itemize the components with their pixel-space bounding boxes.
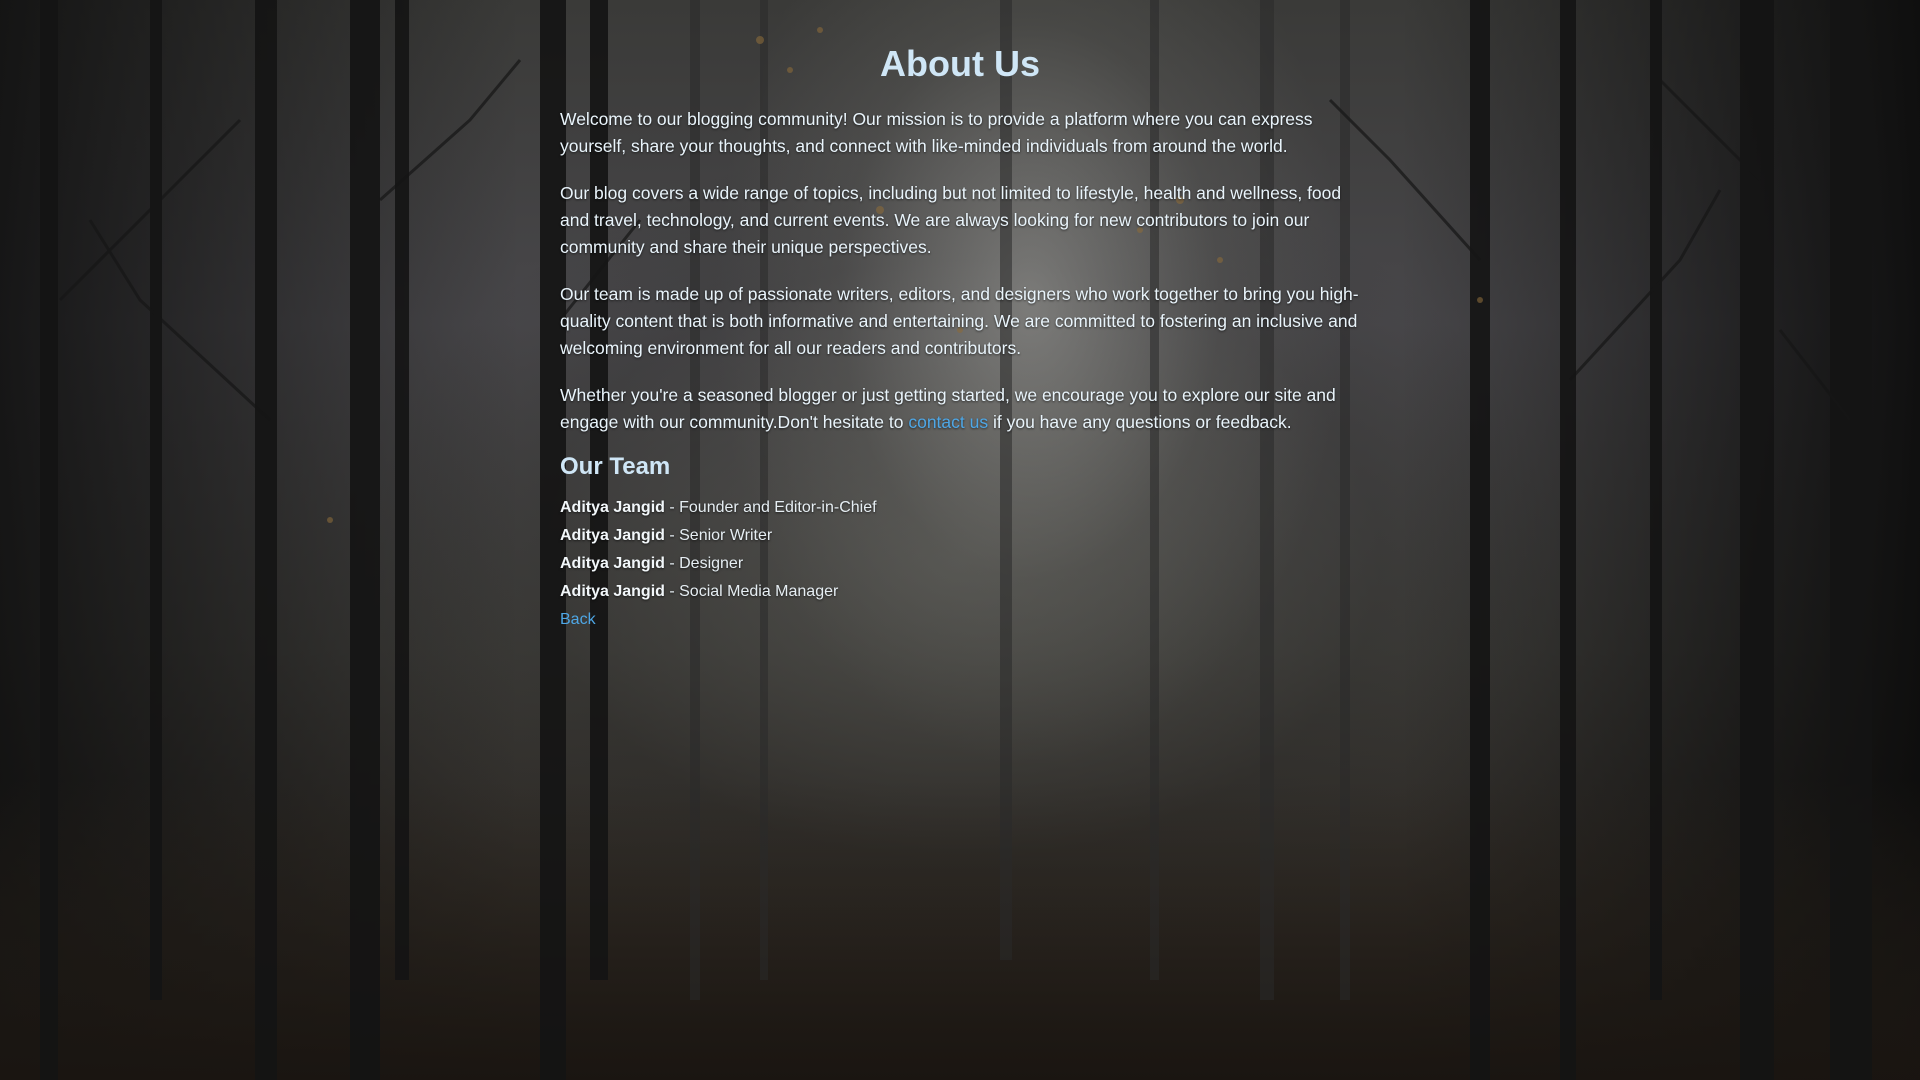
team-member: Aditya Jangid - Social Media Manager (560, 578, 1360, 606)
team-paragraph: Our team is made up of passionate writer… (560, 284, 1359, 358)
team-member-name: Aditya Jangid (560, 499, 665, 516)
back-link[interactable]: Back (560, 606, 596, 634)
team-member-name: Aditya Jangid (560, 555, 665, 572)
team-member-role: - Senior Writer (664, 527, 773, 544)
closing-text-after: if you have any questions or feedback. (988, 412, 1292, 432)
intro-paragraph: Welcome to our blogging community! Our m… (560, 109, 1313, 156)
closing-paragraph: Whether you're a seasoned blogger or jus… (560, 382, 1360, 436)
about-content: About Us Welcome to our blogging communi… (560, 0, 1360, 634)
team-member-role: - Founder and Editor-in-Chief (664, 499, 877, 516)
team-member: Aditya Jangid - Designer (560, 550, 1360, 578)
contact-us-link[interactable]: contact us (908, 412, 988, 432)
team-member-role: - Designer (664, 555, 744, 572)
team-heading: Our Team (560, 453, 671, 480)
team-member: Aditya Jangid - Senior Writer (560, 522, 1360, 550)
team-member-role: - Social Media Manager (664, 583, 839, 600)
team-member-name: Aditya Jangid (560, 583, 665, 600)
topics-paragraph: Our blog covers a wide range of topics, … (560, 183, 1342, 257)
team-member: Aditya Jangid - Founder and Editor-in-Ch… (560, 494, 1360, 522)
team-member-name: Aditya Jangid (560, 527, 665, 544)
page-title: About Us (880, 43, 1040, 84)
